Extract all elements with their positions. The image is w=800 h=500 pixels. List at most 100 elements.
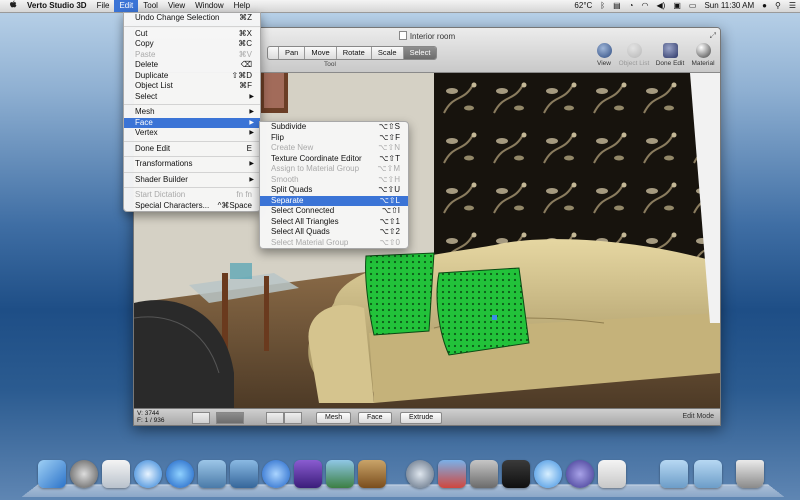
mesh-icon	[662, 43, 678, 58]
menu-item-paste: Paste ⌘V	[135, 49, 252, 59]
zoom-control[interactable]	[216, 412, 244, 424]
time-machine-dock-icon[interactable]	[406, 460, 434, 488]
wifi-icon[interactable]: ◠	[638, 0, 653, 12]
move-button[interactable]: Move	[305, 47, 337, 59]
material-tool[interactable]: Material	[681, 43, 720, 67]
dock	[21, 456, 785, 498]
menu-item-duplicate[interactable]: Duplicate ⇧⌘D	[124, 71, 260, 82]
menu-item-start-dictation: Start Dictation fn fn	[135, 190, 252, 199]
imovie-icon[interactable]	[294, 460, 322, 488]
messages-icon[interactable]	[534, 460, 562, 488]
time-machine-icon[interactable]: ◔	[625, 0, 638, 12]
menu-item-texture-coordinate-editor[interactable]: Texture Coordinate Editor ⌥⇧T	[260, 154, 408, 165]
volume-icon[interactable]: ◀)	[653, 0, 670, 12]
menu-separator	[124, 187, 260, 188]
status-bar: V: 3744 F: 1 / 936 Mesh Face Extrude Edi…	[134, 408, 720, 425]
help-menu[interactable]: Help	[229, 0, 255, 12]
submenu-arrow-icon: ▶	[249, 130, 254, 136]
menu-item-select-connected[interactable]: Select Connected ⌥⇧I	[260, 206, 408, 217]
battery-icon[interactable]: ▭	[685, 0, 701, 12]
app-store-icon[interactable]	[262, 460, 290, 488]
menu-item-subdivide[interactable]: Subdivide ⌥⇧S	[260, 122, 408, 133]
menu-item-split-quads[interactable]: Split Quads ⌥⇧U	[260, 185, 408, 196]
edit-dropdown-menu: Undo Change Selection ⌘Z Cut ⌘X Copy ⌘C Pas…	[123, 12, 261, 212]
menu-item-select-material-group: Select Material Group ⌥⇧0	[271, 237, 400, 247]
itunes-icon[interactable]	[166, 460, 194, 488]
menu-item-flip[interactable]: Flip ⌥⇧F	[260, 133, 408, 144]
menu-item-vertex[interactable]: Vertex ▶	[124, 128, 260, 139]
garageband-icon[interactable]	[358, 460, 386, 488]
finder-icon[interactable]	[38, 460, 66, 488]
window-menu[interactable]: Window	[190, 0, 228, 12]
submenu-arrow-icon: ▶	[249, 176, 254, 183]
bluetooth-icon[interactable]: ᛒ	[596, 0, 609, 12]
migration-icon[interactable]	[438, 460, 466, 488]
user-icon[interactable]: ●	[758, 0, 771, 12]
object-list-icon	[626, 43, 642, 58]
menu-item-face[interactable]: Face ▶	[124, 117, 260, 128]
menu-item-object-list[interactable]: Object List ⌘F	[124, 81, 260, 92]
selection-mode-box-icon[interactable]	[284, 412, 302, 424]
menu-item-undo[interactable]: Undo Change Selection ⌘Z	[124, 13, 260, 24]
menu-item-mesh[interactable]: Mesh ▶	[124, 107, 260, 118]
menu-item-select-all-quads[interactable]: Select All Quads ⌥⇧2	[260, 227, 408, 238]
mesh-mode-button[interactable]: Mesh	[316, 412, 352, 424]
menu-item-separate[interactable]: Separate ⌥⇧L	[260, 195, 408, 206]
menu-item-delete[interactable]: Delete ⌫	[124, 60, 260, 71]
edit-menu[interactable]: Edit	[114, 0, 139, 12]
file-menu[interactable]: File	[92, 0, 115, 12]
iphoto-icon[interactable]	[326, 460, 354, 488]
verto-studio-icon[interactable]	[566, 460, 594, 488]
system-preferences-icon[interactable]	[470, 460, 498, 488]
preview-icon[interactable]	[198, 460, 226, 488]
view-menu[interactable]: View	[163, 0, 190, 12]
mail-icon[interactable]	[102, 460, 130, 488]
fullscreen-icon[interactable]: ⤢	[710, 31, 716, 41]
menu-item-smooth: Smooth ⌥⇧H	[271, 174, 400, 184]
pan-button[interactable]: Pan	[279, 47, 306, 59]
clipboard-icon[interactable]: ▤	[609, 0, 625, 12]
pan-control[interactable]	[192, 412, 210, 424]
extrude-button[interactable]: Extrude	[400, 412, 443, 424]
tool-menu[interactable]: Tool	[138, 0, 163, 12]
clock[interactable]: Sun 11:30 AM	[700, 0, 758, 12]
flag-icon[interactable]: ▣	[669, 0, 685, 12]
menu-item-cut[interactable]: Cut ⌘X	[124, 29, 260, 40]
menu-item-transformations[interactable]: Transformations ▶	[124, 159, 260, 170]
menu-item-done-edit[interactable]: Done Edit E	[124, 144, 260, 155]
downloads-folder-icon[interactable]	[694, 460, 722, 488]
applications-folder-icon[interactable]	[660, 460, 688, 488]
menu-bar: Verto Studio 3D File Edit Tool View Wind…	[0, 0, 800, 13]
trash-icon[interactable]	[736, 460, 764, 488]
menu-separator	[124, 104, 260, 105]
menu-item-select-all-triangles[interactable]: Select All Triangles ⌥⇧1	[260, 217, 408, 228]
select-button[interactable]: Select	[403, 47, 437, 59]
scale-button[interactable]: Scale	[372, 47, 404, 59]
app-menu[interactable]: Verto Studio 3D	[22, 0, 92, 12]
rotate-button[interactable]: Rotate	[337, 47, 372, 59]
tool-button-hidden[interactable]	[268, 47, 279, 59]
safari-icon[interactable]	[134, 460, 162, 488]
terminal-icon[interactable]	[502, 460, 530, 488]
menu-separator	[124, 156, 260, 157]
menu-item-shader-builder[interactable]: Shader Builder ▶	[124, 175, 260, 186]
menu-item-special-characters[interactable]: Special Characters... ^⌘Space	[124, 201, 260, 212]
installer-icon[interactable]	[598, 460, 626, 488]
mode-label: Edit Mode	[682, 413, 714, 420]
menu-item-create-new: Create New ⌥⇧N	[271, 143, 400, 152]
menu-item-assign-material-group: Assign to Material Group ⌥⇧M	[271, 164, 400, 173]
menu-item-copy[interactable]: Copy ⌘C	[124, 39, 260, 50]
xcode-icon[interactable]	[230, 460, 258, 488]
notification-center-icon[interactable]: ☰	[785, 0, 800, 12]
spotlight-icon[interactable]: ⚲	[771, 0, 785, 12]
launchpad-icon[interactable]	[70, 460, 98, 488]
face-mode-button[interactable]: Face	[358, 412, 392, 424]
selection-mode-single-icon[interactable]	[266, 412, 284, 424]
submenu-arrow-icon: ▶	[249, 161, 254, 167]
menu-separator	[124, 171, 260, 173]
menu-item-select[interactable]: Select ▶	[124, 92, 260, 103]
mesh-stats: V: 3744 F: 1 / 936	[137, 410, 164, 424]
temperature-status[interactable]: 62°C	[570, 0, 596, 12]
face-submenu: Subdivide ⌥⇧S Flip ⌥⇧F Create New ⌥⇧N Textu…	[259, 121, 409, 249]
apple-menu-icon[interactable]	[0, 0, 22, 12]
